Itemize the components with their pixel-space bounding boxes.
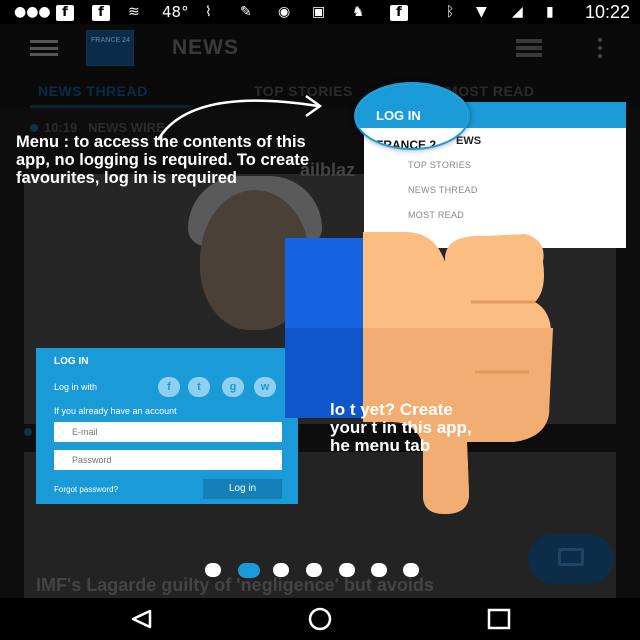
menu-item-top-stories[interactable]: TOP STORIES xyxy=(408,160,471,170)
facebook-icon: f xyxy=(92,3,110,21)
forgot-password-link[interactable]: Forgot password? xyxy=(54,485,118,494)
login-with-label: Log in with xyxy=(54,382,98,392)
wind-icon: ≋ xyxy=(128,4,140,20)
google-plus-icon[interactable]: g xyxy=(222,377,244,397)
live-tv-button[interactable] xyxy=(528,534,614,584)
list-view-icon[interactable] xyxy=(516,39,542,57)
login-tutorial-line: your t in this app, xyxy=(330,418,472,437)
login-title: LOG IN xyxy=(54,356,89,367)
pager-dot[interactable] xyxy=(306,563,322,577)
pager-dot[interactable] xyxy=(339,563,355,577)
system-nav-bar xyxy=(0,598,640,640)
login-button[interactable]: Log in xyxy=(203,479,282,499)
logo-text: FRANCE 24 xyxy=(91,37,130,44)
facebook-icon: f xyxy=(390,3,408,21)
menu-item-news-thread[interactable]: NEWS THREAD xyxy=(408,185,478,195)
battery-icon: ▮ xyxy=(546,4,554,20)
bluetooth-icon: ᛒ xyxy=(446,4,455,20)
back-icon[interactable] xyxy=(128,608,154,630)
wifi-icon: ▼ xyxy=(476,4,487,20)
hamburger-icon[interactable] xyxy=(30,40,58,56)
app-icon: ▣ xyxy=(312,4,326,20)
password-field[interactable] xyxy=(54,450,282,470)
facebook-icon[interactable]: f xyxy=(158,377,180,397)
twitter-icon[interactable]: t xyxy=(188,377,210,397)
pager-dot-active[interactable] xyxy=(238,563,260,578)
pager-dot[interactable] xyxy=(371,563,387,577)
surf-icon: ⌇ xyxy=(205,4,212,20)
live-dot xyxy=(24,428,32,436)
page-title: NEWS xyxy=(172,36,239,59)
app-bar: FRANCE 24 NEWS xyxy=(0,24,640,72)
chat-icon: ●●● xyxy=(14,4,51,20)
menu-item-most-read[interactable]: MOST READ xyxy=(408,210,464,220)
email-field[interactable] xyxy=(54,422,282,442)
clock: 10:22 xyxy=(584,2,630,22)
thumbs-down-icon xyxy=(285,232,553,514)
recents-icon[interactable] xyxy=(486,608,512,630)
mask-icon: ◉ xyxy=(278,4,291,20)
have-account-label: If you already have an account xyxy=(54,406,177,416)
dropdown-news[interactable]: EWS xyxy=(456,135,481,147)
status-bar: ●●● f f ≋ 48° ⌇ ✎ ◉ ▣ ♞ f ᛒ ▼ ◢ ▮ 10:22 xyxy=(0,0,640,24)
login-card: LOG IN Log in with f t g w If you alread… xyxy=(36,348,298,504)
card-headline[interactable]: IMF's Lagarde guilty of 'negligence' but… xyxy=(36,575,434,596)
home-icon[interactable] xyxy=(306,607,334,631)
facebook-icon: f xyxy=(56,3,74,21)
temperature: 48° xyxy=(162,3,189,21)
app-logo: FRANCE 24 xyxy=(86,30,134,66)
tutorial-arrow xyxy=(156,94,323,141)
pager-dot[interactable] xyxy=(403,563,419,577)
more-vert-icon[interactable] xyxy=(598,38,604,60)
live-dot xyxy=(30,124,38,132)
signal-icon: ◢ xyxy=(512,4,523,20)
tv-icon xyxy=(558,548,584,566)
login-tutorial-text: lo t yet? Create your t in this app, he … xyxy=(330,401,630,455)
login-tutorial-line: he menu tab xyxy=(330,436,431,455)
pager-dot[interactable] xyxy=(205,563,221,577)
login-tutorial-line: lo t yet? Create xyxy=(330,400,453,419)
pager-dot[interactable] xyxy=(273,563,289,577)
wrench-icon: ✎ xyxy=(240,4,252,20)
windows-icon[interactable]: w xyxy=(254,377,276,397)
cat-icon: ♞ xyxy=(352,4,365,20)
login-highlight: LOG IN FRANCE 2 xyxy=(354,82,470,150)
menu-item-login[interactable]: LOG IN xyxy=(376,108,421,123)
tab-news-thread[interactable]: NEWS THREAD xyxy=(38,83,148,99)
